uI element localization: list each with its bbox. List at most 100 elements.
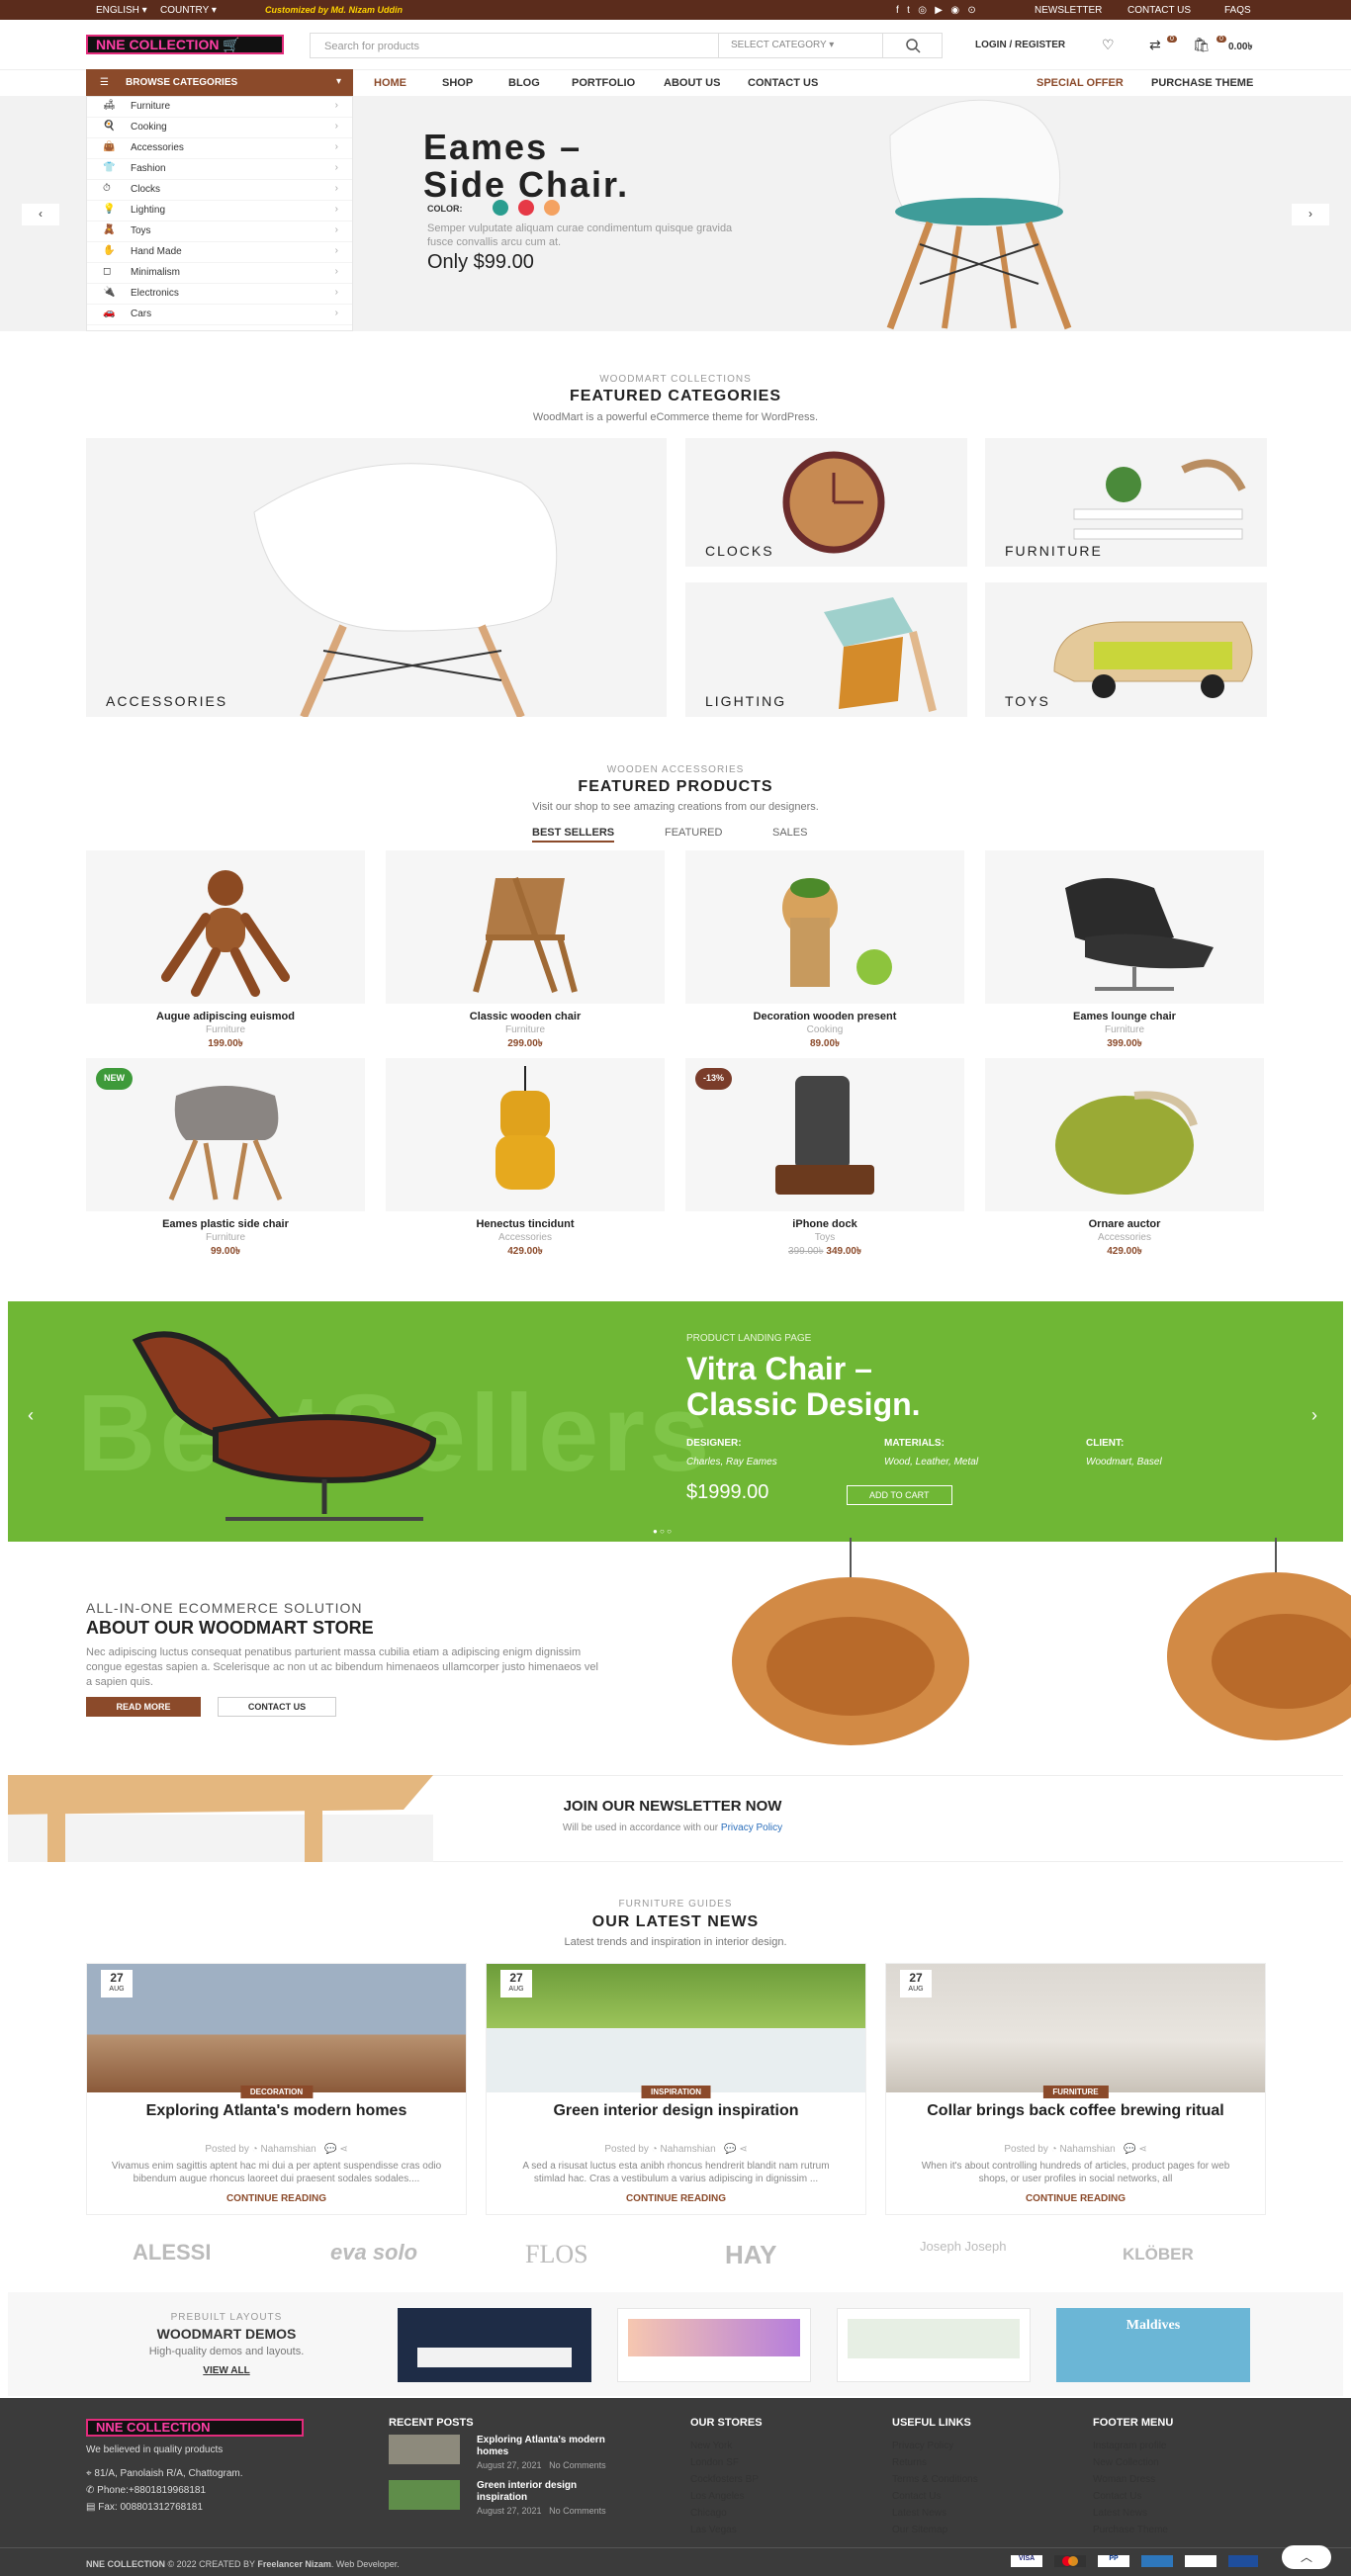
footer-link[interactable]: Latest News (892, 2505, 978, 2522)
cart-total[interactable]: 0.00৳ (1228, 40, 1252, 56)
sidebar-item[interactable]: 🍳 Cooking › (87, 118, 352, 138)
product-category[interactable]: Toys (685, 1232, 964, 1243)
nav-shop[interactable]: SHOP (442, 77, 473, 89)
product-category[interactable]: Accessories (386, 1232, 665, 1243)
recent-post-title[interactable]: Green interior design inspiration (477, 2480, 605, 2504)
product-card[interactable]: Augue adipiscing euismod Furniture 199.00৳ (86, 850, 365, 1053)
nav-special-offer[interactable]: SPECIAL OFFER (1036, 77, 1124, 89)
slider-prev-button[interactable]: ‹ (22, 204, 59, 225)
privacy-policy-link[interactable]: Privacy Policy (721, 1822, 782, 1833)
share-icon[interactable]: ⋖ (1138, 2144, 1146, 2155)
continue-reading-link[interactable]: CONTINUE READING (487, 2193, 865, 2204)
footer-link[interactable]: Latest News (1093, 2505, 1173, 2522)
color-swatch[interactable] (518, 200, 534, 216)
footer-link[interactable]: Our Sitemap (892, 2522, 978, 2538)
scroll-to-top-button[interactable]: ︿ (1282, 2545, 1331, 2569)
category-tile-accessories[interactable]: ACCESSORIES (86, 438, 667, 717)
footer-link[interactable]: Los Angeles (690, 2488, 763, 2505)
tab-sales[interactable]: SALES (772, 827, 807, 839)
news-tag[interactable]: FURNITURE (1042, 2086, 1109, 2098)
brand-logo[interactable]: Joseph Joseph (920, 2240, 1019, 2253)
product-image[interactable] (985, 850, 1264, 1004)
search-button[interactable] (882, 34, 942, 57)
product-card[interactable]: NEW Eames plastic side chair Furniture 99.0… (86, 1058, 365, 1261)
product-name[interactable]: Ornare auctor (985, 1218, 1264, 1230)
continue-reading-link[interactable]: CONTINUE READING (87, 2193, 466, 2204)
color-swatch[interactable] (544, 200, 560, 216)
banner-next-button[interactable]: › (1311, 1405, 1317, 1426)
footer-link[interactable]: Privacy Policy (892, 2438, 978, 2454)
contact-link[interactable]: CONTACT US (1127, 5, 1191, 16)
footer-link[interactable]: London SF (690, 2454, 763, 2471)
footer-link[interactable]: New York (690, 2438, 763, 2454)
social-icons[interactable]: f t ◎ ▶ ◉ ⊙ (896, 5, 976, 16)
footer-link[interactable]: Contact Us (892, 2488, 978, 2505)
read-more-button[interactable]: READ MORE (86, 1697, 201, 1717)
product-category[interactable]: Furniture (985, 1024, 1264, 1035)
sidebar-item[interactable]: 🚗 Cars › (87, 305, 352, 325)
nav-about[interactable]: ABOUT US (664, 77, 720, 89)
site-logo[interactable]: NNE COLLECTION 🛒 (86, 35, 284, 54)
product-card[interactable]: Henectus tincidunt Accessories 429.00৳ (386, 1058, 665, 1261)
brand-logo[interactable]: KLÖBER (1123, 2245, 1194, 2265)
nav-purchase-theme[interactable]: PURCHASE THEME (1151, 77, 1253, 89)
nav-home[interactable]: HOME (374, 77, 406, 89)
comment-icon[interactable]: 💬 (324, 2144, 336, 2155)
tab-best-sellers[interactable]: BEST SELLERS (532, 827, 615, 843)
comment-icon[interactable]: 💬 (1124, 2144, 1135, 2155)
footer-link[interactable]: Contact Us (1093, 2488, 1173, 2505)
product-card[interactable]: Eames lounge chair Furniture 399.00৳ (985, 850, 1264, 1053)
category-tile-clocks[interactable]: CLOCKS (685, 438, 967, 567)
browse-categories-button[interactable]: ☰ BROWSE CATEGORIES ▾ (86, 69, 353, 96)
faqs-link[interactable]: FAQS (1224, 5, 1251, 16)
product-image[interactable] (386, 1058, 665, 1211)
product-category[interactable]: Cooking (685, 1024, 964, 1035)
recent-post-thumb[interactable] (389, 2480, 460, 2510)
footer-link[interactable]: Las Vegas (690, 2522, 763, 2538)
product-image[interactable] (386, 850, 665, 1004)
demo-thumb[interactable] (398, 2308, 591, 2382)
product-category[interactable]: Furniture (86, 1024, 365, 1035)
footer-link[interactable]: Purchase Theme (1093, 2522, 1173, 2538)
category-tile-furniture[interactable]: FURNITURE (985, 438, 1267, 567)
continue-reading-link[interactable]: CONTINUE READING (886, 2193, 1265, 2204)
footer-link[interactable]: Chicago (690, 2505, 763, 2522)
product-name[interactable]: Eames plastic side chair (86, 1218, 365, 1230)
product-name[interactable]: Eames lounge chair (985, 1011, 1264, 1022)
category-select[interactable]: SELECT CATEGORY ▾ (718, 34, 880, 57)
product-image[interactable]: -13% (685, 1058, 964, 1211)
sidebar-item[interactable]: 💡 Lighting › (87, 201, 352, 222)
tab-featured[interactable]: FEATURED (665, 827, 722, 839)
demo-thumb[interactable] (617, 2308, 811, 2382)
sidebar-item[interactable]: 🧸 Toys › (87, 222, 352, 242)
footer-link[interactable]: Cockfosters BP (690, 2471, 763, 2488)
product-card[interactable]: Ornare auctor Accessories 429.00৳ (985, 1058, 1264, 1261)
product-category[interactable]: Furniture (86, 1232, 365, 1243)
color-swatch[interactable] (493, 200, 508, 216)
newsletter-link[interactable]: NEWSLETTER (1035, 5, 1102, 16)
product-image[interactable] (86, 850, 365, 1004)
product-name[interactable]: Henectus tincidunt (386, 1218, 665, 1230)
comment-icon[interactable]: 💬 (724, 2144, 736, 2155)
view-all-link[interactable]: VIEW ALL (86, 2365, 367, 2376)
nav-blog[interactable]: BLOG (508, 77, 540, 89)
news-title[interactable]: Collar brings back coffee brewing ritual (906, 2102, 1245, 2120)
category-tile-lighting[interactable]: LIGHTING (685, 582, 967, 717)
share-icon[interactable]: ⋖ (739, 2144, 747, 2155)
demo-thumb[interactable] (837, 2308, 1031, 2382)
product-image[interactable] (985, 1058, 1264, 1211)
country-select[interactable]: COUNTRY ▾ (160, 5, 217, 16)
demo-thumb[interactable]: Maldives (1056, 2308, 1250, 2382)
sidebar-item[interactable]: ◻ Minimalism › (87, 263, 352, 284)
product-name[interactable]: Classic wooden chair (386, 1011, 665, 1022)
language-select[interactable]: ENGLISH ▾ (96, 5, 147, 16)
news-tag[interactable]: INSPIRATION (641, 2086, 711, 2098)
sidebar-item[interactable]: 👕 Fashion › (87, 159, 352, 180)
product-card[interactable]: Decoration wooden present Cooking 89.00৳ (685, 850, 964, 1053)
footer-link[interactable]: Terms & Conditions (892, 2471, 978, 2488)
recent-post-thumb[interactable] (389, 2435, 460, 2464)
news-tag[interactable]: DECORATION (239, 2086, 314, 2098)
footer-logo[interactable]: NNE COLLECTION (86, 2419, 304, 2437)
hero-color-swatches[interactable] (493, 200, 582, 216)
product-card[interactable]: Classic wooden chair Furniture 299.00৳ (386, 850, 665, 1053)
